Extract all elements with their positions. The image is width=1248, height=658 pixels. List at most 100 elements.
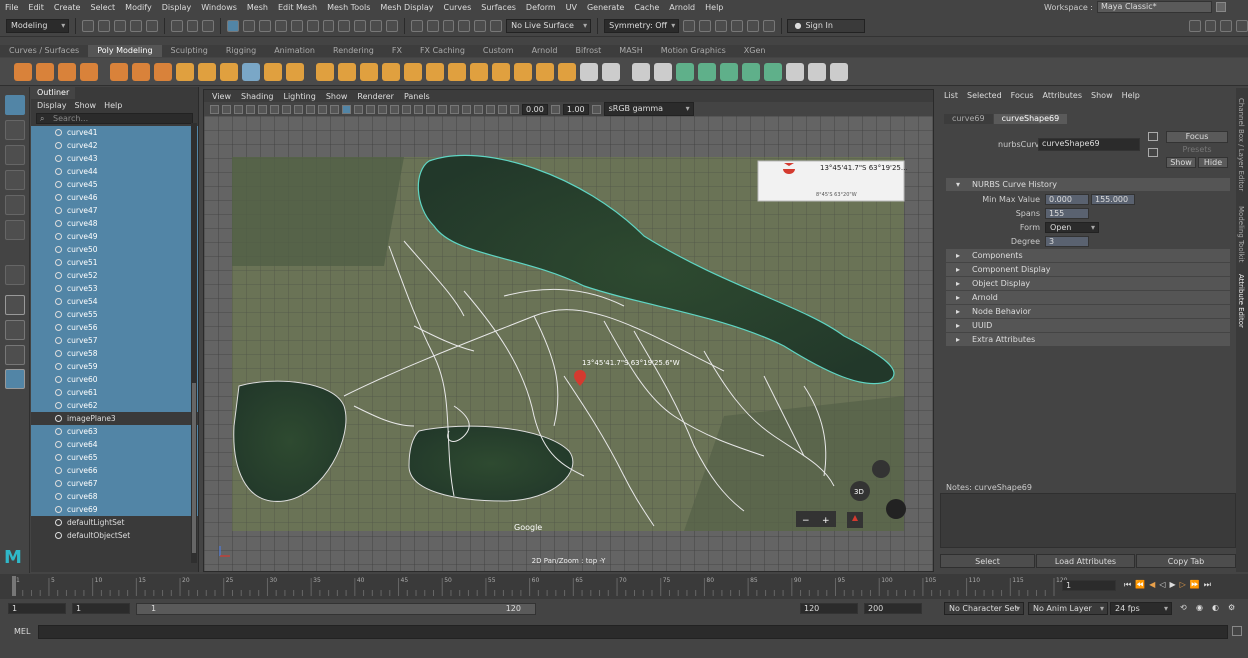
xray-icon[interactable]	[426, 104, 435, 114]
select-by-type-icon[interactable]	[227, 19, 240, 32]
joint-mask-icon[interactable]	[322, 19, 335, 32]
hide-button[interactable]: Hide	[1198, 157, 1228, 168]
load-attributes-button[interactable]: Load Attributes	[1036, 554, 1135, 568]
shelf-tool-icon[interactable]	[132, 62, 150, 81]
anim-layer-dropdown[interactable]: No Anim Layer	[1028, 602, 1108, 615]
outliner-row[interactable]: curve61	[31, 386, 198, 399]
outliner-scrollbar[interactable]	[191, 123, 197, 563]
shelf-tool-icon[interactable]	[198, 62, 216, 81]
section-object-display[interactable]: Object Display	[946, 277, 1230, 290]
attr-menu-help[interactable]: Help	[1122, 91, 1140, 100]
shelf-tool-icon[interactable]	[720, 62, 738, 81]
smooth-shade-icon[interactable]	[354, 104, 363, 114]
viewport-menu-shading[interactable]: Shading	[241, 92, 274, 101]
outliner-row[interactable]: curve55	[31, 308, 198, 321]
menu-edit[interactable]: Edit	[23, 3, 49, 12]
image-plane-icon[interactable]	[246, 104, 255, 114]
shelf-tool-icon[interactable]	[676, 62, 694, 81]
snap-curve-icon[interactable]	[426, 19, 439, 32]
shelf-tab-mash[interactable]: MASH	[610, 45, 651, 57]
shelf-tool-icon[interactable]	[36, 62, 54, 81]
menu-generate[interactable]: Generate	[582, 3, 629, 12]
section-components[interactable]: Components	[946, 249, 1230, 262]
menu-select[interactable]: Select	[85, 3, 120, 12]
shelf-tool-icon[interactable]	[404, 62, 422, 81]
pause-icon[interactable]	[762, 19, 775, 32]
lighting-icon[interactable]	[390, 104, 399, 114]
select-object-icon[interactable]	[186, 19, 199, 32]
show-button[interactable]: Show	[1166, 157, 1196, 168]
gate-mask-icon[interactable]	[294, 104, 303, 114]
dof-icon[interactable]	[498, 104, 507, 114]
lasso-tool-icon[interactable]	[5, 120, 25, 140]
shelf-tool-icon[interactable]	[58, 62, 76, 81]
shelf-tool-icon[interactable]	[382, 62, 400, 81]
shelf-tool-icon[interactable]	[602, 62, 620, 81]
presets-icon[interactable]	[1148, 148, 1158, 157]
bookmark-icon[interactable]	[234, 104, 243, 114]
character-set-dropdown[interactable]: No Character Set	[944, 602, 1024, 615]
menu-curves[interactable]: Curves	[438, 3, 476, 12]
shelf-tool-icon[interactable]	[264, 62, 282, 81]
uv-mask-icon[interactable]	[290, 19, 303, 32]
range-bar[interactable]: 1 120	[136, 603, 536, 615]
rotate-tool-icon[interactable]	[5, 195, 25, 215]
outliner-row[interactable]: curve42	[31, 139, 198, 152]
outliner-row[interactable]: curve65	[31, 451, 198, 464]
outliner-row[interactable]: curve43	[31, 152, 198, 165]
shelf-tab-custom[interactable]: Custom	[474, 45, 523, 57]
tab-curve69[interactable]: curve69	[944, 114, 993, 124]
select-tool-icon[interactable]	[5, 95, 25, 115]
wireframe-icon[interactable]	[342, 104, 351, 114]
outliner-row[interactable]: curve52	[31, 269, 198, 282]
channel-box-tab[interactable]: Channel Box / Layer Editor	[1237, 98, 1245, 191]
xray-joints-icon[interactable]	[438, 104, 447, 114]
viewport-menu-show[interactable]: Show	[326, 92, 348, 101]
shelf-tool-icon[interactable]	[830, 62, 848, 81]
sign-in-button[interactable]: ● Sign In	[787, 18, 865, 33]
exposure-icon[interactable]	[510, 104, 519, 114]
outliner-row[interactable]: curve69	[31, 503, 198, 516]
redo-icon[interactable]	[145, 19, 158, 32]
safe-title-icon[interactable]	[330, 104, 339, 114]
face-mask-icon[interactable]	[274, 19, 287, 32]
motion-blur-icon[interactable]	[486, 104, 495, 114]
select-component-icon[interactable]	[202, 19, 215, 32]
pegman-icon[interactable]	[872, 460, 890, 478]
outliner-tab[interactable]: Outliner	[31, 87, 76, 99]
mode-dropdown[interactable]: Modeling	[6, 18, 70, 33]
shelf-tool-icon[interactable]	[742, 62, 760, 81]
shelf-tool-icon[interactable]	[220, 62, 238, 81]
shelf-tool-icon[interactable]	[536, 62, 554, 81]
shelf-tool-icon[interactable]	[80, 62, 98, 81]
new-scene-icon[interactable]	[82, 19, 95, 32]
play-forward-icon[interactable]: ▶	[1169, 580, 1175, 590]
select-hierarchy-icon[interactable]	[170, 19, 183, 32]
snap-grid-icon[interactable]	[410, 19, 423, 32]
settings-icon[interactable]	[1188, 19, 1201, 32]
viewport-menu-view[interactable]: View	[212, 92, 231, 101]
section-arnold[interactable]: Arnold	[946, 291, 1230, 304]
attr-menu-attributes[interactable]: Attributes	[1043, 91, 1083, 100]
field-chart-icon[interactable]	[306, 104, 315, 114]
shelf-tool-icon[interactable]	[338, 62, 356, 81]
outliner-row[interactable]: curve46	[31, 191, 198, 204]
shelf-tab-arnold[interactable]: Arnold	[523, 45, 567, 57]
viewport-menu-panels[interactable]: Panels	[404, 92, 430, 101]
outliner-row[interactable]: curve44	[31, 165, 198, 178]
notes-area[interactable]	[940, 493, 1236, 548]
shelf-tool-icon[interactable]	[492, 62, 510, 81]
viewport-scene[interactable]: 13°45'41.7"S 63°19'25.6"W 13°45'41.7"S 6…	[204, 116, 933, 571]
outliner-row[interactable]: curve45	[31, 178, 198, 191]
shelf-tab-poly-modeling[interactable]: Poly Modeling	[88, 45, 162, 57]
menu-modify[interactable]: Modify	[120, 3, 157, 12]
section-component-display[interactable]: Component Display	[946, 263, 1230, 276]
menu-surfaces[interactable]: Surfaces	[476, 3, 521, 12]
shelf-tool-icon[interactable]	[514, 62, 532, 81]
speaker-icon[interactable]: ◐	[1212, 603, 1219, 612]
nurbs-history-section[interactable]: NURBS Curve History	[946, 178, 1230, 191]
outliner-menu-show[interactable]: Show	[75, 101, 97, 110]
presets-button[interactable]: Presets	[1166, 145, 1228, 155]
shelf-tool-icon[interactable]	[176, 62, 194, 81]
undo-icon[interactable]	[129, 19, 142, 32]
